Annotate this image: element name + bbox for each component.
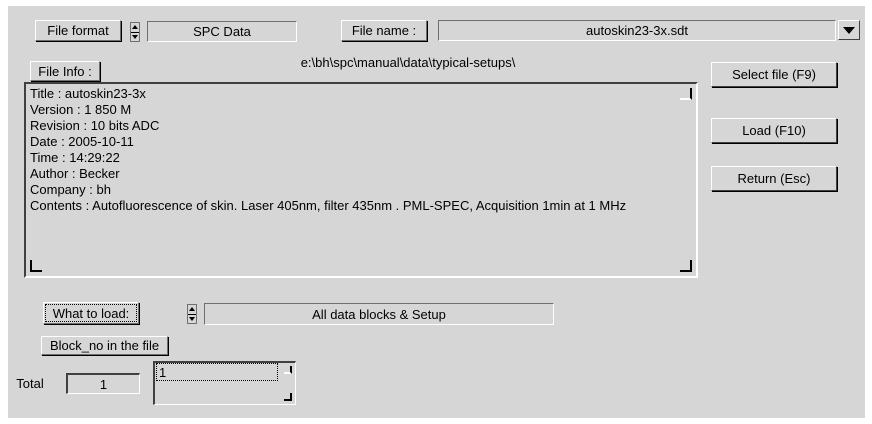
info-revision: Revision : 10 bits ADC	[30, 118, 160, 133]
info-version: Version : 1 850 M	[30, 102, 132, 117]
block-no-label: Block_no in the file	[41, 336, 168, 355]
block-no-resize-icon[interactable]	[284, 393, 292, 401]
file-format-field[interactable]: SPC Data	[147, 21, 297, 42]
info-author: Author : Becker	[30, 166, 120, 181]
load-button[interactable]: Load (F10)	[711, 118, 837, 143]
info-time: Time : 14:29:22	[30, 150, 120, 165]
what-to-load-spinner-icon[interactable]	[187, 304, 197, 324]
return-button[interactable]: Return (Esc)	[711, 166, 837, 191]
resize-corner-icon	[680, 88, 692, 100]
info-company: Company : bh	[30, 182, 111, 197]
chevron-down-icon	[843, 26, 855, 34]
info-date: Date : 2005-10-11	[30, 134, 134, 149]
block-no-input[interactable]: 1	[153, 361, 296, 405]
load-dialog: File format SPC Data File name : autoski…	[8, 6, 865, 418]
file-info-text[interactable]: Title : autoskin23-3x Version : 1 850 M …	[24, 82, 698, 278]
what-to-load-field[interactable]: All data blocks & Setup	[204, 303, 554, 325]
file-info-label: File Info :	[30, 61, 100, 81]
what-to-load-label: What to load:	[43, 302, 139, 324]
file-format-label: File format	[35, 20, 121, 41]
file-format-spinner-icon[interactable]	[130, 22, 140, 42]
file-name-field[interactable]: autoskin23-3x.sdt	[438, 20, 836, 41]
total-label: Total	[16, 375, 44, 391]
total-value: 1	[66, 373, 140, 394]
info-contents: Contents : Autofluorescence of skin. Las…	[30, 198, 627, 213]
file-name-label: File name :	[341, 20, 427, 41]
file-name-dropdown-button[interactable]	[838, 20, 860, 40]
info-title: Title : autoskin23-3x	[30, 86, 146, 101]
block-no-value: 1	[156, 363, 278, 381]
resize-corner-icon	[30, 260, 42, 272]
block-no-corner-icon	[284, 366, 292, 374]
file-path: e:\bh\spc\manual\data\typical-setups\	[300, 54, 516, 70]
resize-corner-icon[interactable]	[680, 260, 692, 272]
select-file-button[interactable]: Select file (F9)	[711, 62, 837, 87]
